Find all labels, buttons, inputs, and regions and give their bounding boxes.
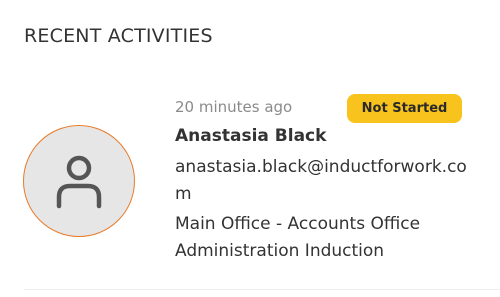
user-name: Anastasia Black: [175, 126, 327, 146]
user-email: anastasia.black@inductforwork.com: [175, 157, 467, 204]
status-badge: Not Started: [347, 94, 462, 123]
course-title: Main Office - Accounts Office Administra…: [175, 211, 475, 265]
user-icon: [56, 155, 102, 209]
section-title: RECENT ACTIVITIES: [24, 25, 213, 47]
activity-item[interactable]: 20 minutes ago Not Started Anastasia Bla…: [0, 90, 500, 290]
avatar: [23, 125, 135, 237]
course-title-line-2: Administration Induction: [175, 241, 385, 261]
recent-activities-panel: RECENT ACTIVITIES 20 minutes ago Not Sta…: [0, 0, 500, 297]
course-title-line-1: Main Office - Accounts Office: [175, 214, 421, 234]
divider: [24, 289, 500, 290]
activity-timestamp: 20 minutes ago: [175, 98, 293, 116]
